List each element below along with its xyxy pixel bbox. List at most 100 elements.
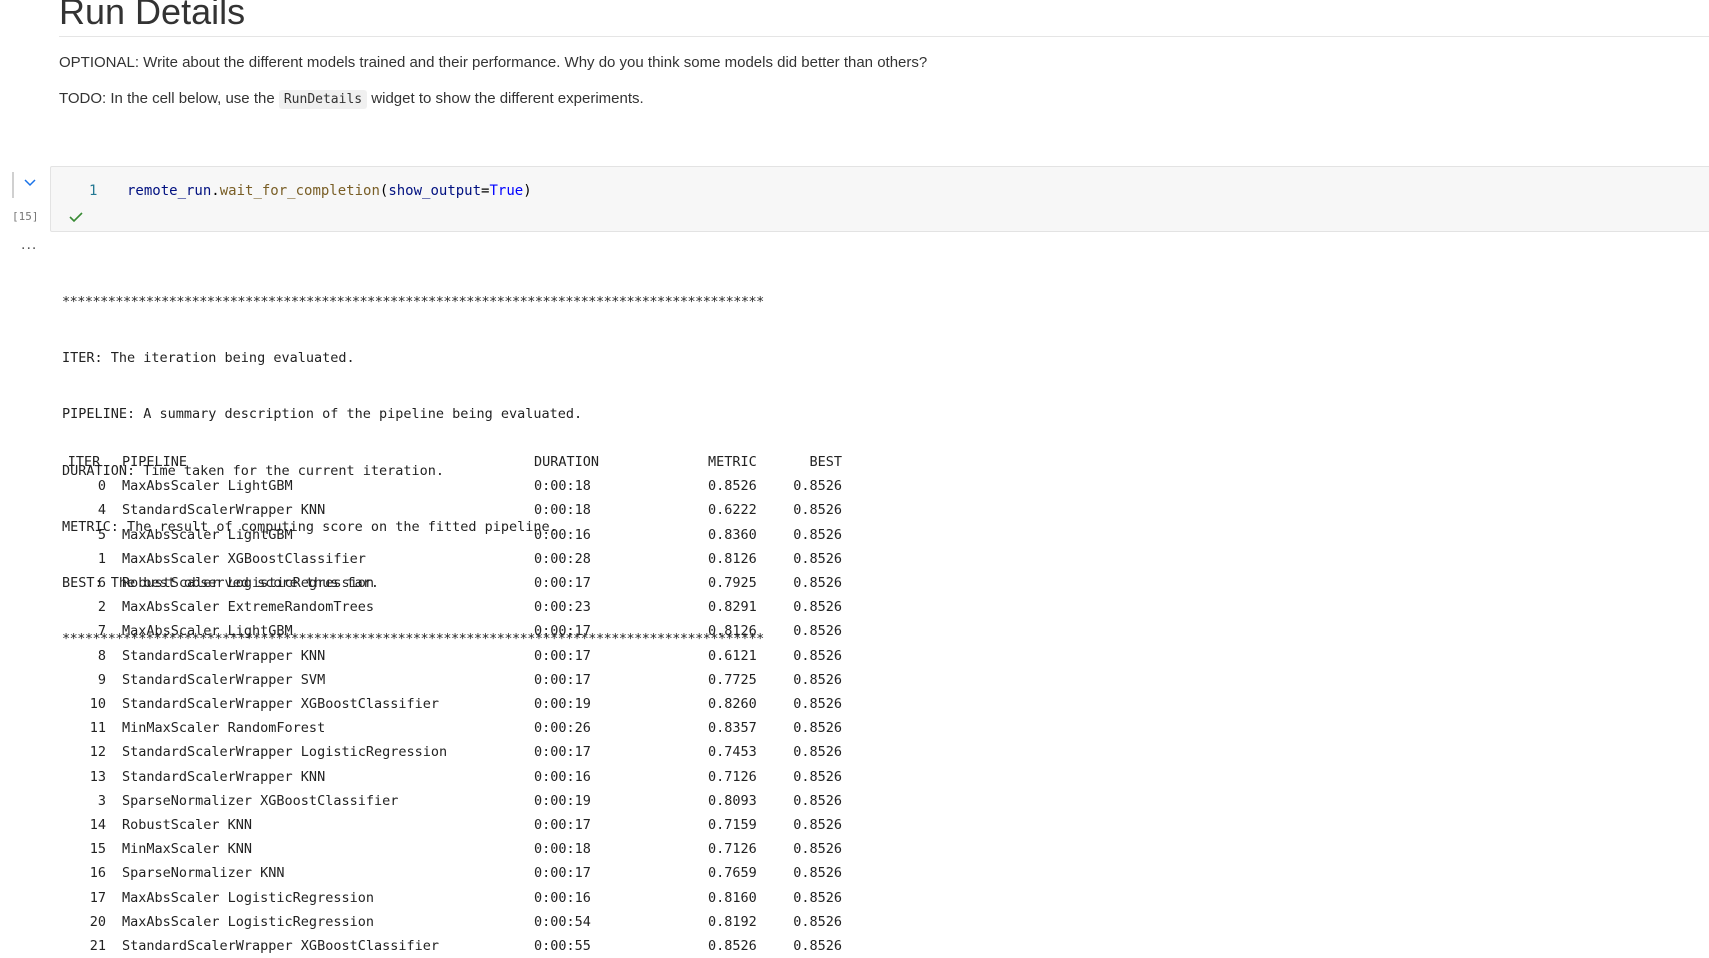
cell-duration: 0:00:54 [534, 913, 591, 930]
cell-metric: 0.7159 [708, 817, 757, 834]
cell-iter: 1 [97, 550, 106, 567]
cell-pipeline: RobustScaler KNN [122, 817, 253, 834]
table-row: 5 MaxAbsScaler LightGBM 0:00:16 0.8360 0.852… [62, 523, 842, 547]
cell-duration: 0:00:55 [534, 938, 591, 955]
table-row: 21 StandardScalerWrapper XGBoostClassifie… [62, 934, 842, 958]
cell-best: 0.8526 [793, 744, 842, 761]
separator-top: ****************************************… [62, 294, 764, 310]
table-row: 16 SparseNormalizer KNN 0:00:17 0.7659 0.852… [62, 861, 842, 885]
cell-iter: 8 [97, 647, 106, 664]
cell-duration: 0:00:17 [534, 671, 591, 688]
cell-best: 0.8526 [793, 671, 842, 688]
cell-iter: 4 [97, 502, 106, 519]
cell-pipeline: StandardScalerWrapper XGBoostClassifier [122, 938, 439, 955]
cell-iter: 17 [89, 889, 106, 906]
cell-best: 0.8526 [793, 550, 842, 567]
cell-iter: 15 [89, 841, 106, 858]
cell-metric: 0.6222 [708, 502, 757, 519]
code-dot: . [211, 183, 220, 199]
cell-duration: 0:00:16 [534, 526, 591, 543]
table-row: 20 MaxAbsScaler LogisticRegression 0:00:54… [62, 910, 842, 934]
chevron-down-icon[interactable] [22, 174, 38, 190]
code-cell[interactable]: 1 remote_run.wait_for_completion(show_ou… [50, 166, 1709, 232]
execution-count: [15] [12, 210, 39, 223]
output-menu-icon[interactable]: ... [21, 236, 37, 254]
cell-metric: 0.7126 [708, 768, 757, 785]
cell-iter: 0 [97, 478, 106, 495]
cell-iter: 2 [97, 599, 106, 616]
table-row: 7 MaxAbsScaler LightGBM 0:00:17 0.8126 0.852… [62, 619, 842, 643]
cell-metric: 0.7925 [708, 575, 757, 592]
cell-duration: 0:00:16 [534, 889, 591, 906]
cell-iter: 10 [89, 696, 106, 713]
cell-metric: 0.8291 [708, 599, 757, 616]
cell-iter: 13 [89, 768, 106, 785]
cell-duration: 0:00:23 [534, 599, 591, 616]
table-row: 12 StandardScalerWrapper LogisticRegressi… [62, 740, 842, 764]
cell-best: 0.8526 [793, 913, 842, 930]
cell-duration: 0:00:17 [534, 865, 591, 882]
cell-pipeline: MaxAbsScaler LogisticRegression [122, 913, 374, 930]
cell-duration: 0:00:17 [534, 647, 591, 664]
todo-prefix: TODO: In the cell below, use the [59, 90, 275, 107]
legend-line: PIPELINE: A summary description of the p… [62, 406, 583, 423]
code-variable: remote_run [127, 183, 212, 199]
cell-duration: 0:00:18 [534, 841, 591, 858]
cell-duration: 0:00:17 [534, 744, 591, 761]
cell-pipeline: MaxAbsScaler LightGBM [122, 526, 293, 543]
todo-paragraph: TODO: In the cell below, use the RunDeta… [59, 90, 644, 109]
cell-pipeline: MinMaxScaler KNN [122, 841, 253, 858]
cell-duration: 0:00:18 [534, 478, 591, 495]
code-line[interactable]: remote_run.wait_for_completion(show_outp… [127, 183, 532, 199]
cell-best: 0.8526 [793, 478, 842, 495]
cell-duration: 0:00:17 [534, 817, 591, 834]
cell-iter: 5 [97, 526, 106, 543]
code-keyword: True [489, 183, 524, 199]
cell-iter: 20 [89, 913, 106, 930]
cell-best: 0.8526 [793, 696, 842, 713]
table-row: 2 MaxAbsScaler ExtremeRandomTrees 0:00:23 0… [62, 595, 842, 619]
header-duration: DURATION [534, 454, 600, 470]
line-number: 1 [89, 183, 98, 199]
cell-duration: 0:00:16 [534, 768, 591, 785]
cell-best: 0.8526 [793, 841, 842, 858]
cell-pipeline: StandardScalerWrapper KNN [122, 768, 326, 785]
cell-pipeline: StandardScalerWrapper XGBoostClassifier [122, 696, 439, 713]
cell-iter: 14 [89, 817, 106, 834]
cell-metric: 0.7659 [708, 865, 757, 882]
cell-pipeline: RobustScaler LogisticRegression [122, 575, 374, 592]
header-best: BEST [809, 454, 842, 470]
cell-metric: 0.8526 [708, 938, 757, 955]
cell-metric: 0.8526 [708, 478, 757, 495]
cell-best: 0.8526 [793, 623, 842, 640]
cell-metric: 0.7725 [708, 671, 757, 688]
cell-pipeline: StandardScalerWrapper KNN [122, 647, 326, 664]
check-icon [69, 212, 83, 223]
table-row: 13 StandardScalerWrapper KNN 0:00:16 0.7126… [62, 765, 842, 789]
header-metric: METRIC [708, 454, 757, 470]
cell-pipeline: StandardScalerWrapper LogisticRegression [122, 744, 448, 761]
header-pipeline: PIPELINE [122, 454, 188, 470]
cell-pipeline: MaxAbsScaler ExtremeRandomTrees [122, 599, 374, 616]
table-row: 4 StandardScalerWrapper KNN 0:00:18 0.6222 0… [62, 498, 842, 522]
cell-duration: 0:00:19 [534, 792, 591, 809]
inline-code: RunDetails [278, 90, 368, 109]
cell-iter: 3 [97, 792, 106, 809]
header-iter: ITER [67, 454, 101, 470]
cell-focus-bar[interactable] [12, 172, 14, 198]
cell-metric: 0.8357 [708, 720, 757, 737]
todo-suffix: widget to show the different experiments… [371, 90, 644, 107]
cell-best: 0.8526 [793, 865, 842, 882]
section-heading: Run Details [59, 0, 1709, 37]
cell-pipeline: MinMaxScaler RandomForest [122, 720, 326, 737]
cell-best: 0.8526 [793, 938, 842, 955]
cell-metric: 0.7126 [708, 841, 757, 858]
table-row: 9 StandardScalerWrapper SVM 0:00:17 0.7725 0… [62, 668, 842, 692]
table-row: 3 SparseNormalizer XGBoostClassifier 0:00:… [62, 789, 842, 813]
code-param: show_output [388, 183, 482, 199]
cell-metric: 0.8093 [708, 792, 757, 809]
cell-best: 0.8526 [793, 502, 842, 519]
table-row: 0 MaxAbsScaler LightGBM 0:00:18 0.8526 0.852… [62, 474, 842, 498]
cell-pipeline: SparseNormalizer KNN [122, 865, 285, 882]
cell-duration: 0:00:17 [534, 623, 591, 640]
